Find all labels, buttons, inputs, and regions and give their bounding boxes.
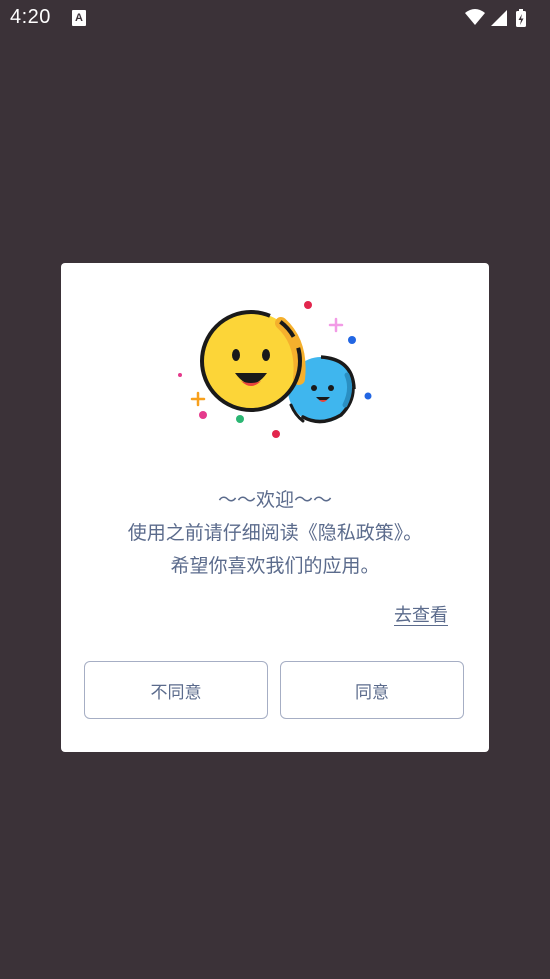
battery-charging-icon	[516, 9, 526, 27]
wifi-icon	[465, 9, 485, 25]
signal-icon	[491, 10, 507, 26]
privacy-dialog: ～～欢迎～～ 使用之前请仔细阅读《隐私政策》。 希望你喜欢我们的应用。 去查看 …	[61, 263, 489, 752]
welcome-title: ～～欢迎～～	[217, 489, 332, 511]
disagree-button[interactable]: 不同意	[84, 661, 268, 719]
two-smiley-faces-illustration	[178, 301, 372, 438]
system-icons	[464, 7, 540, 29]
status-bar: 4:20 A	[0, 0, 550, 38]
agree-button[interactable]: 同意	[280, 661, 464, 719]
welcome-message-text: 希望你喜欢我们的应用。	[170, 555, 380, 577]
view-policy-link[interactable]: 去查看	[394, 601, 448, 627]
privacy-notice-text: 使用之前请仔细阅读《隐私政策》。	[127, 522, 423, 544]
notification-a-icon: A	[72, 10, 86, 26]
status-time: 4:20	[10, 6, 51, 28]
